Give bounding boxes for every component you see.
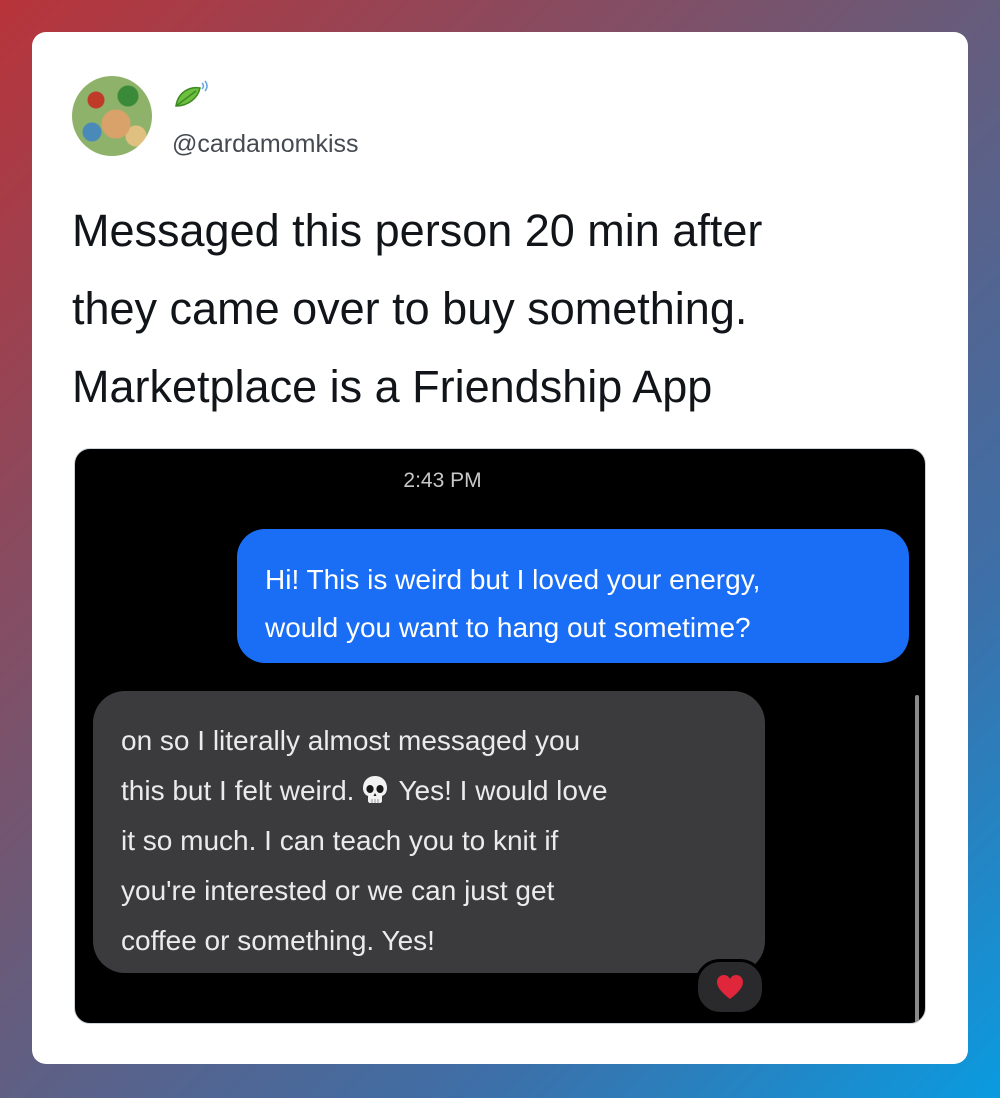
- message-line: on so I literally almost messaged you: [121, 725, 581, 756]
- message-reaction[interactable]: [695, 959, 765, 1015]
- heart-icon: [717, 975, 743, 999]
- scrollbar[interactable]: [915, 695, 919, 1023]
- message-line: Hi! This is weird but I loved your energ…: [265, 564, 761, 595]
- message-line: coffee or something. Yes!: [121, 925, 435, 956]
- message-line: it so much. I can teach you to knit if: [121, 825, 559, 856]
- message-line-part: this but I felt weird.: [121, 775, 355, 806]
- post-text: Messaged this person 20 min after they c…: [72, 192, 932, 426]
- outgoing-message-bubble[interactable]: Hi! This is weird but I loved your energ…: [237, 529, 909, 663]
- skull-emoji-icon: [363, 776, 388, 803]
- leaf-emoji-icon: [175, 80, 208, 107]
- post-text-line: they came over to buy something.: [72, 283, 748, 334]
- username[interactable]: @cardamomkiss: [172, 130, 359, 159]
- post-card: @cardamomkiss Messaged this person 20 mi…: [32, 32, 968, 1064]
- avatar[interactable]: [72, 76, 152, 156]
- post-text-line: Marketplace is a Friendship App: [72, 361, 713, 412]
- message-line: you're interested or we can just get: [121, 875, 555, 906]
- message-line: this but I felt weird. Yes! I would love: [121, 766, 737, 816]
- post-text-line: Messaged this person 20 min after: [72, 205, 763, 256]
- message-line-part: Yes! I would love: [398, 775, 608, 806]
- message-timestamp: 2:43 PM: [403, 469, 482, 492]
- chat-screenshot: 2:43 PM Hi! This is weird but I loved yo…: [74, 448, 926, 1024]
- message-line: would you want to hang out sometime?: [265, 612, 751, 643]
- incoming-message-bubble[interactable]: on so I literally almost messaged you th…: [93, 691, 765, 973]
